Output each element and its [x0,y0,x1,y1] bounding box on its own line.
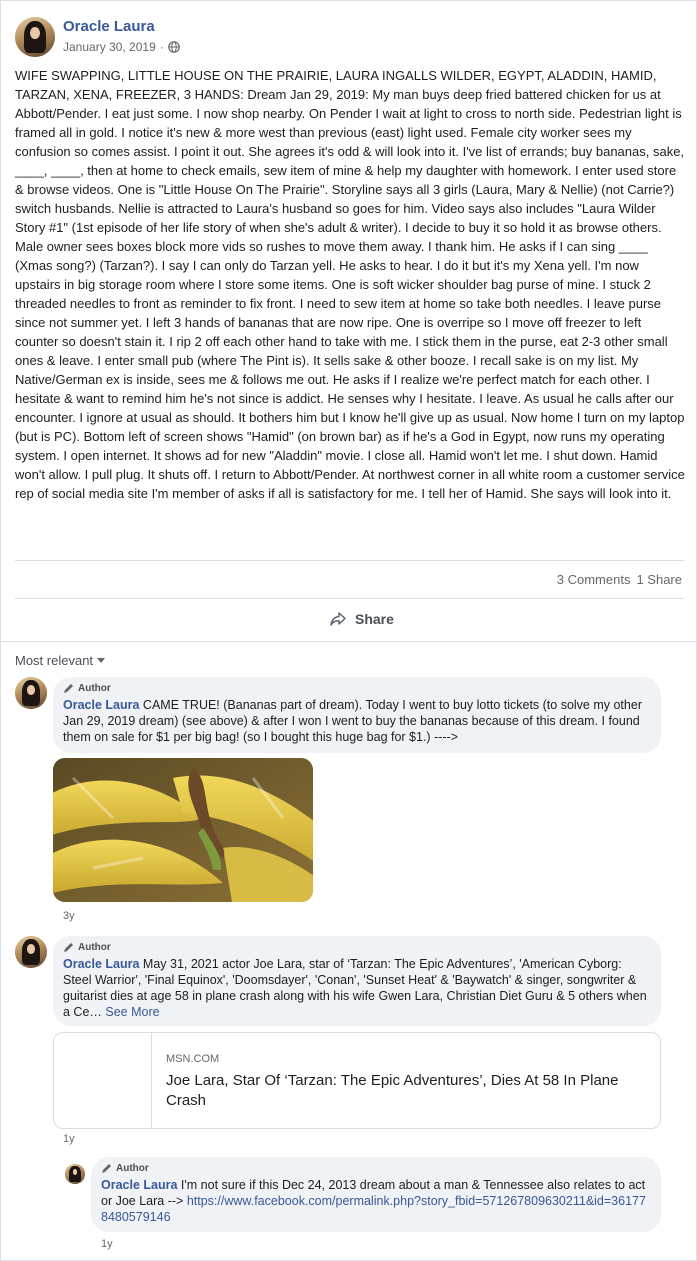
divider [15,598,684,599]
comment-author[interactable]: Oracle Laura [63,957,139,971]
comment-author[interactable]: Oracle Laura [63,698,139,712]
comment-bubble: Author Oracle Laura CAME TRUE! (Bananas … [53,677,661,753]
permalink-link[interactable]: https://www.facebook.com/permalink.php?s… [101,1194,646,1224]
link-domain: MSN.COM [166,1053,220,1065]
post-date[interactable]: January 30, 2019 [63,40,156,54]
comments-sort-dropdown[interactable]: Most relevant [15,653,106,668]
caret-down-icon [97,658,106,663]
post-card: Oracle Laura January 30, 2019 · WIFE SWA… [0,0,697,1261]
comments-count[interactable]: 3 Comments [557,572,631,587]
divider [1,641,697,642]
reply-text: Oracle Laura I'm not sure if this Dec 24… [101,1178,646,1224]
pen-icon [102,1164,111,1173]
link-preview-card[interactable]: MSN.COM Joe Lara, Star Of ‘Tarzan: The E… [53,1032,661,1129]
author-badge: Author [101,1163,651,1174]
engagement-counts: 3 Comments 1 Share [557,572,682,587]
divider [15,560,684,561]
post-meta: January 30, 2019 · [63,40,180,54]
post-author-name[interactable]: Oracle Laura [63,18,155,35]
shares-count[interactable]: 1 Share [636,572,682,587]
comment-avatar[interactable] [15,677,47,709]
reply-avatar[interactable] [65,1164,85,1184]
author-avatar[interactable] [15,17,55,57]
comment-bubble: Author Oracle Laura May 31, 2021 actor J… [53,936,661,1026]
pen-icon [64,943,73,952]
post-text: WIFE SWAPPING, LITTLE HOUSE ON THE PRAIR… [15,68,685,501]
comment-time[interactable]: 1y [63,1133,75,1145]
bananas-photo[interactable] [53,758,313,902]
share-icon [330,612,346,626]
sort-label: Most relevant [15,653,94,668]
link-thumbnail [54,1033,152,1128]
reply-time[interactable]: 1y [101,1238,113,1250]
share-button[interactable]: Share [329,610,394,628]
reply-author[interactable]: Oracle Laura [101,1178,177,1192]
reply-bubble: Author Oracle Laura I'm not sure if this… [91,1157,661,1232]
globe-icon [167,41,180,53]
pen-icon [64,684,73,693]
comment-text: Oracle Laura May 31, 2021 actor Joe Lara… [63,957,647,1019]
author-badge: Author [63,683,651,694]
comment-time[interactable]: 3y [63,910,75,922]
author-badge: Author [63,942,651,953]
share-label: Share [355,611,394,627]
comment-text: Oracle Laura CAME TRUE! (Bananas part of… [63,698,642,744]
comment-avatar[interactable] [15,936,47,968]
link-title: Joe Lara, Star Of ‘Tarzan: The Epic Adve… [166,1072,619,1109]
see-more-link[interactable]: See More [105,1005,159,1019]
